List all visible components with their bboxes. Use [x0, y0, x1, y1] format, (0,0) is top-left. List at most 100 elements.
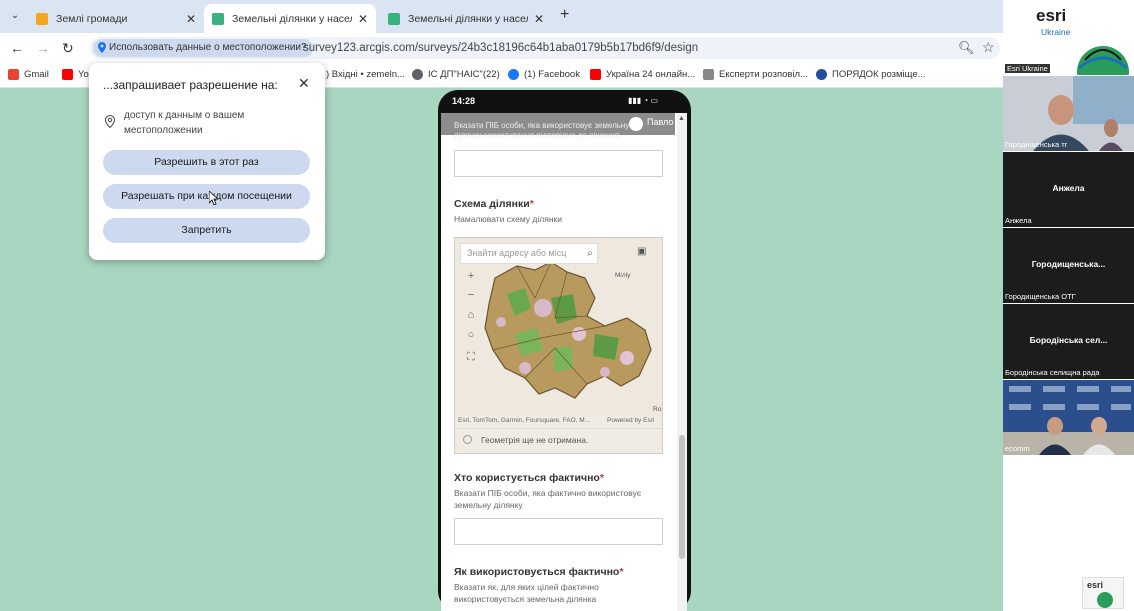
top-text-field[interactable]: [454, 150, 663, 177]
bookmark-star-icon[interactable]: ☆: [982, 39, 995, 56]
participant-center-name: Анжела: [1052, 183, 1085, 193]
tab-zemli-hromady[interactable]: Землі громади ✕: [28, 4, 204, 33]
emblem-icon: [816, 69, 827, 80]
participant-name: Бородінська селищна рада: [1005, 368, 1100, 377]
video-tile-esri-ukraine[interactable]: Esri Ukraine: [1003, 0, 1134, 75]
participant-name: Esri Ukraine: [1005, 64, 1050, 73]
map-search-input[interactable]: Знайти адресу або місц: [460, 243, 598, 264]
profile-bar: Вказати ПІБ особи, яка використовує земе…: [441, 113, 675, 140]
top-field-hint: Вказати ПІБ особи, яка використовує земе…: [454, 121, 630, 140]
video-tile-anzhela[interactable]: Анжела Анжела: [1003, 152, 1134, 227]
deny-button[interactable]: Запретить: [103, 218, 310, 243]
map-place-label: Міліу: [615, 272, 631, 279]
tab-zemelni-dilianky-active[interactable]: Земельні ділянки у населени ✕: [204, 4, 376, 33]
zoom-out-icon[interactable]: −: [465, 288, 477, 302]
profile-toggle[interactable]: [629, 117, 643, 131]
video-tile-ecomm[interactable]: ecomm: [1003, 380, 1134, 455]
status-time: 14:28: [452, 96, 476, 106]
new-tab-button[interactable]: +: [560, 6, 569, 24]
scheme-field-label: Схема ділянки*: [454, 198, 534, 210]
back-arrow-icon[interactable]: ←: [10, 40, 24, 56]
mouse-cursor-icon: [209, 191, 219, 205]
esri-logo: esri: [1036, 6, 1067, 25]
location-permission-dialog: ...запрашивает разрешение на: ✕ доступ к…: [89, 63, 325, 260]
permission-chip-label: Использовать данные о местоположении?: [109, 42, 307, 53]
form-scrollbar-thumb[interactable]: [679, 435, 685, 559]
dialog-title: ...запрашивает разрешение на:: [103, 78, 278, 92]
globe-logo-icon: [1077, 46, 1129, 75]
reload-icon[interactable]: ↻: [62, 40, 74, 57]
bookmark-ukraina-24[interactable]: Україна 24 онлайн...: [590, 69, 695, 80]
bookmark-youtube[interactable]: Yo: [62, 69, 89, 80]
locate-icon[interactable]: ○: [465, 328, 477, 342]
status-icons: ▮▮▮ ◔ ▭: [628, 96, 659, 105]
user-field-hint: Вказати ПІБ особи, яка фактично використ…: [454, 488, 642, 510]
profile-name: Павло: [647, 117, 674, 127]
youtube-icon: [590, 69, 601, 80]
tab-title: Землі громади: [56, 12, 128, 25]
participant-name: Анжела: [1005, 216, 1032, 225]
usage-field-label: Як використовується фактично*: [454, 566, 624, 578]
bookmark-inbox[interactable]: ) Вхідні • zemeln...: [326, 69, 405, 80]
tab-title: Земельні ділянки у населени: [408, 12, 528, 25]
close-icon[interactable]: ✕: [534, 12, 544, 26]
participant-name: ecomm: [1005, 444, 1030, 453]
video-tile-horodyshchenska-otg[interactable]: Городищенська... Городищенська ОТГ: [1003, 228, 1134, 303]
youtube-icon: [62, 69, 73, 80]
home-icon[interactable]: ⌂: [465, 308, 477, 322]
scheme-field-hint: Намалювати схему ділянки: [454, 214, 562, 224]
tab-title: Земельні ділянки у населени: [232, 12, 352, 25]
tab-favicon-icon: [212, 12, 224, 25]
map-powered-by: Powered by Esri: [607, 417, 655, 424]
close-icon[interactable]: ✕: [298, 75, 310, 92]
geometry-status: Геометрія ще не отримана.: [481, 435, 589, 445]
facebook-icon: [508, 69, 519, 80]
globe-icon: [412, 69, 423, 80]
location-pin-icon: [105, 115, 115, 128]
bookmark-eksperty[interactable]: Експерти розповіл...: [703, 69, 808, 80]
forward-arrow-icon[interactable]: →: [36, 40, 50, 56]
tab-favicon-icon: [388, 12, 400, 25]
location-pin-icon: [98, 42, 106, 53]
bookmark-facebook[interactable]: (1) Facebook: [508, 69, 580, 80]
map-corner-label: Ro: [653, 406, 662, 413]
esri-logo-sub: Ukraine: [1041, 27, 1071, 37]
user-field-label: Хто користується фактично*: [454, 472, 604, 484]
map-divider: [455, 428, 662, 429]
survey-form: Вказати ПІБ особи, яка використовує земе…: [441, 113, 687, 611]
allow-always-button[interactable]: Разрешать при каждом посещении: [103, 184, 310, 209]
bookmark-gmail[interactable]: Gmail: [8, 69, 49, 80]
info-icon: [463, 435, 472, 444]
bookmark-poriadok[interactable]: ПОРЯДОК розміще...: [816, 69, 926, 80]
chevron-down-icon[interactable]: ⌄: [6, 7, 24, 25]
zoom-icon[interactable]: 🔍︎: [958, 40, 975, 56]
scroll-up-icon[interactable]: ▲: [678, 115, 685, 122]
dialog-description: доступ к данным о вашем местоположении: [124, 110, 245, 136]
user-text-field[interactable]: [454, 518, 663, 545]
esri-watermark-logo: esri: [1082, 577, 1124, 609]
fullscreen-icon[interactable]: ⛶: [465, 350, 477, 364]
usage-field-hint: Вказати як, для яких цілей фактично вико…: [454, 582, 599, 604]
site-icon: [703, 69, 714, 80]
map-widget[interactable]: Знайти адресу або місц ⌕ ▣ Міліу Ro + − …: [454, 237, 663, 454]
bookmark-is-dp-nais[interactable]: ІС ДП"НАІС"(22): [412, 69, 500, 80]
participant-center-name: Городищенська...: [1031, 259, 1106, 269]
zoom-in-icon[interactable]: +: [465, 269, 477, 283]
close-icon[interactable]: ✕: [358, 12, 368, 26]
video-tile-borodinska[interactable]: Бородінська сел... Бородінська селищна р…: [1003, 304, 1134, 379]
map-canvas[interactable]: [455, 238, 662, 416]
gmail-icon: [8, 69, 19, 80]
video-tile-horodyshchenska-tg[interactable]: Городищенська тг: [1003, 76, 1134, 151]
participant-name: Городищенська ОТГ: [1005, 292, 1076, 301]
participant-name: Городищенська тг: [1005, 140, 1068, 149]
globe-icon: [1097, 592, 1113, 608]
tab-favicon-icon: [36, 12, 48, 25]
allow-once-button[interactable]: Разрешить в этот раз: [103, 150, 310, 175]
close-icon[interactable]: ✕: [186, 12, 196, 26]
tab-zemelni-dilianky[interactable]: Земельні ділянки у населени ✕: [380, 4, 552, 33]
basemap-gallery-icon[interactable]: ▣: [637, 246, 646, 257]
location-permission-chip[interactable]: Использовать данные о местоположении?: [93, 39, 313, 57]
map-attribution: Esri, TomTom, Garmin, Foursquare, FAO, M…: [458, 417, 591, 424]
url-text[interactable]: survey123.arcgis.com/surveys/24b3c18196c…: [303, 42, 698, 54]
search-icon[interactable]: ⌕: [582, 243, 598, 264]
